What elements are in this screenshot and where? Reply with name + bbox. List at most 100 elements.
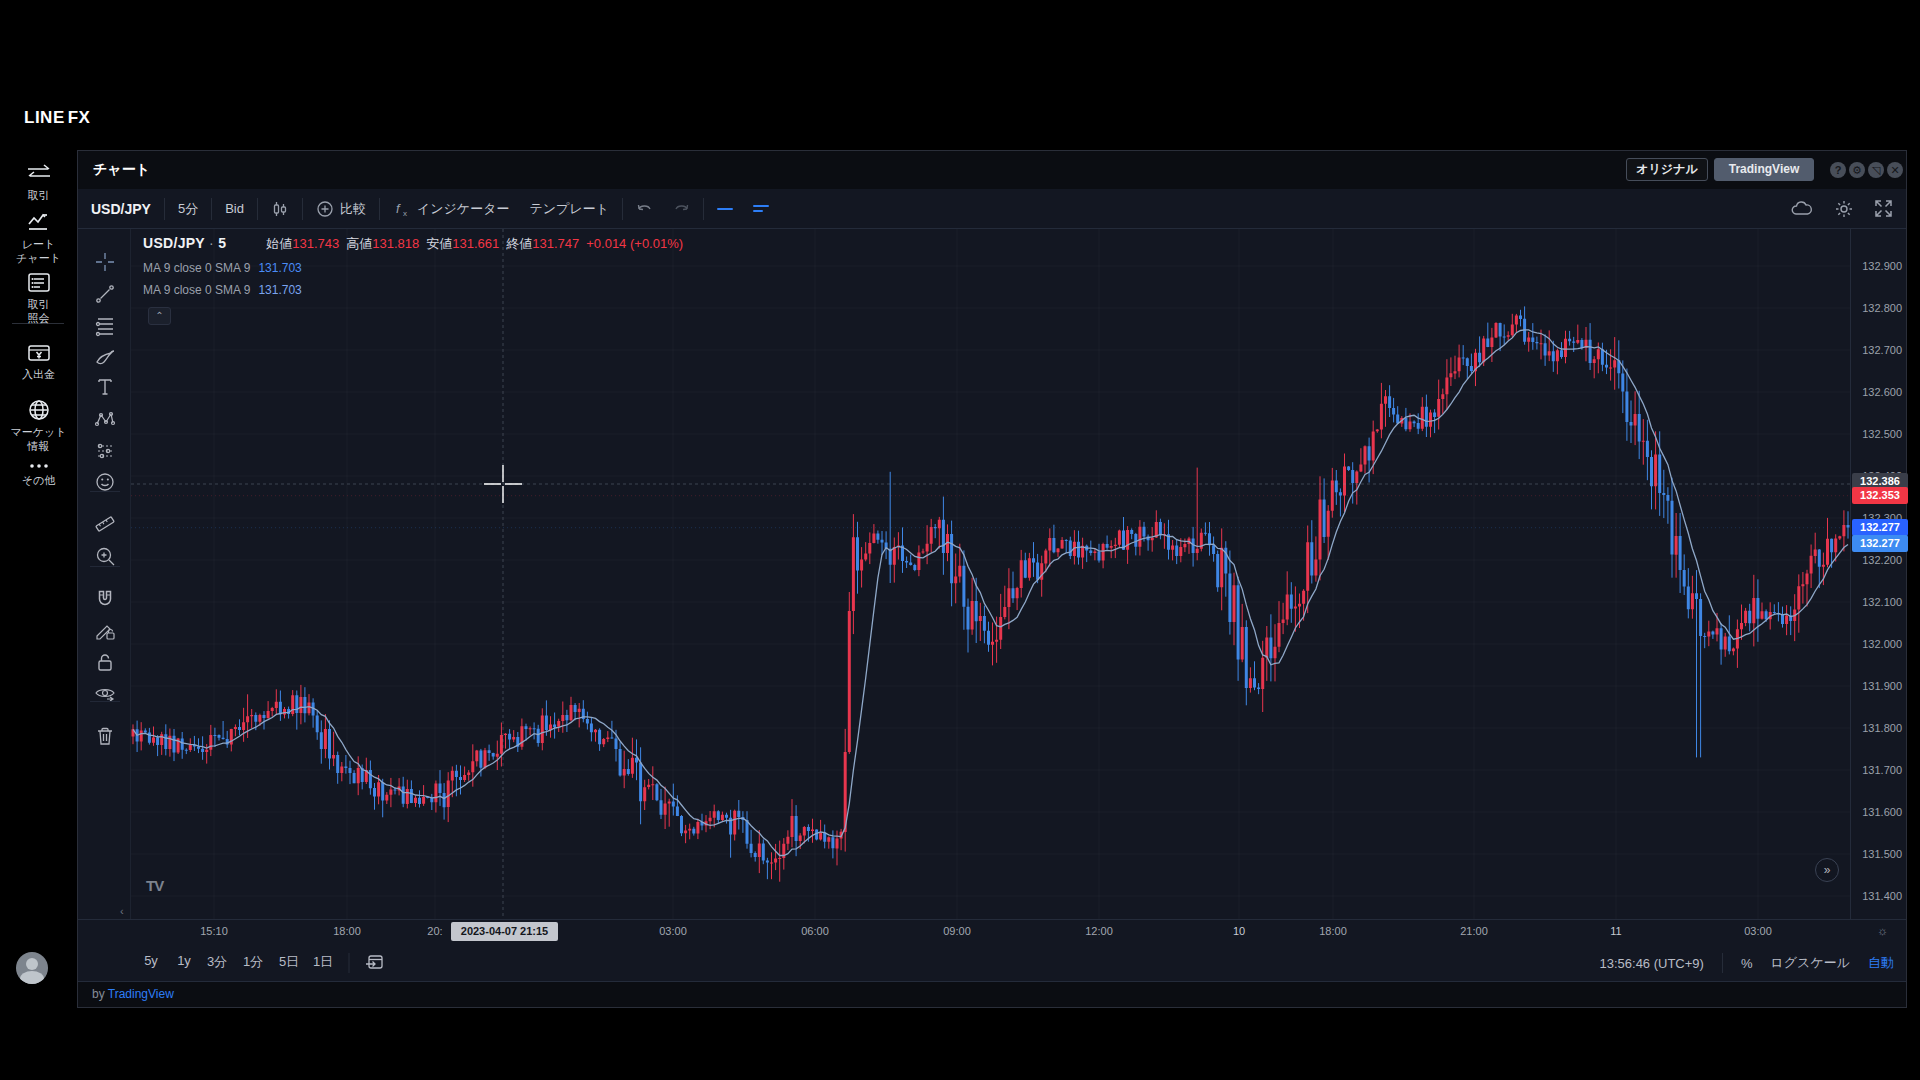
close-icon[interactable]: ✕: [1887, 162, 1903, 178]
crosshair-tool[interactable]: [92, 249, 118, 275]
interval-button[interactable]: 5分: [168, 195, 208, 223]
undo-button[interactable]: [626, 195, 663, 223]
indicators-button[interactable]: fxインジケーター: [383, 195, 520, 223]
legend-close: 終値131.747: [506, 235, 579, 253]
fullscreen-icon[interactable]: [1874, 199, 1893, 218]
up-candle-bodies: [132, 316, 1846, 864]
trend-line-tool[interactable]: [92, 281, 118, 307]
chart-style-button[interactable]: [261, 195, 299, 223]
sidebar-item-trade[interactable]: 取引: [0, 163, 77, 202]
legend-change: +0.014 (+0.01%): [586, 236, 683, 251]
ma-indicator-row[interactable]: MA 9 close 0 SMA 9131.703: [143, 261, 683, 275]
price-tick: 132.100: [1862, 596, 1902, 608]
range-button-1y[interactable]: 1y: [177, 953, 191, 968]
settings-icon[interactable]: ⚙: [1849, 162, 1865, 178]
tradingview-logo[interactable]: TV: [146, 877, 163, 894]
ruler-tool[interactable]: [92, 511, 118, 537]
drawing-toolbar: [78, 229, 131, 919]
time-tick: 21:00: [1460, 925, 1488, 937]
trade-inquiry-icon: [0, 272, 77, 294]
sidebar-item-others[interactable]: その他: [0, 462, 77, 487]
sidebar-item-trade-inquiry[interactable]: 取引照会: [0, 272, 77, 325]
time-tick: 03:00: [659, 925, 687, 937]
price-tick: 132.700: [1862, 344, 1902, 356]
range-button-1分[interactable]: 1分: [243, 953, 263, 971]
deposit-icon: [0, 342, 77, 364]
hline-tool-button[interactable]: [707, 195, 743, 223]
help-icon[interactable]: ?: [1830, 162, 1846, 178]
price-axis[interactable]: 132.900132.800132.700132.600132.500132.4…: [1850, 229, 1908, 919]
sidebar-item-market-info[interactable]: マーケット情報: [0, 398, 77, 453]
text-tool[interactable]: [92, 374, 118, 400]
chart-settings-icon[interactable]: [1834, 199, 1854, 219]
time-tick: 18:00: [1319, 925, 1347, 937]
time-tick: 18:00: [333, 925, 361, 937]
timezone-icon[interactable]: ☼: [1877, 924, 1888, 938]
crosshair-date-tooltip: 2023-04-07 21:15: [451, 922, 558, 941]
remove-drawings-tool[interactable]: [92, 723, 118, 749]
app-sidebar: LINEFX 取引レートチャート取引照会入出金マーケット情報その他: [0, 0, 77, 1080]
compare-button[interactable]: 比較: [306, 195, 376, 223]
auto-scale-button[interactable]: 自動: [1868, 954, 1894, 972]
avatar[interactable]: [16, 952, 48, 984]
time-axis[interactable]: 15:1018:0020:03:0006:0009:0012:001018:00…: [78, 919, 1906, 942]
hide-drawings-tool[interactable]: [92, 681, 118, 707]
time-tick: 11: [1610, 925, 1621, 937]
legend-collapse-button[interactable]: ⌃: [148, 307, 171, 325]
price-tick: 131.900: [1862, 680, 1902, 692]
panel-header: チャート オリジナル TradingView ? ⚙ ◹ ✕: [78, 151, 1906, 189]
time-tick: 15:10: [200, 925, 228, 937]
tradingview-link[interactable]: TradingView: [108, 987, 174, 1001]
clock: 13:56:46 (UTC+9): [1599, 956, 1703, 971]
price-tick: 132.000: [1862, 638, 1902, 650]
magnet-tool[interactable]: [92, 586, 118, 612]
price-tick: 131.400: [1862, 890, 1902, 902]
sidebar-item-rate-chart[interactable]: レートチャート: [0, 212, 77, 265]
symbol-button[interactable]: USD/JPY: [91, 195, 161, 223]
range-button-1日[interactable]: 1日: [313, 953, 333, 971]
range-button-5y[interactable]: 5y: [144, 953, 158, 968]
collapse-axis-arrow[interactable]: ‹: [120, 905, 124, 917]
up-candle-wicks: [133, 314, 1844, 882]
ma-indicator-row[interactable]: MA 9 close 0 SMA 9131.703: [143, 283, 683, 297]
price-tick: 131.800: [1862, 722, 1902, 734]
fib-retracement-tool[interactable]: [92, 313, 118, 339]
legend-high: 高値131.818: [346, 235, 419, 253]
original-mode-button[interactable]: オリジナル: [1626, 158, 1708, 181]
popout-icon[interactable]: ◹: [1868, 162, 1884, 178]
redo-button[interactable]: [663, 195, 700, 223]
market-info-icon: [0, 398, 77, 422]
price-tick: 132.900: [1862, 260, 1902, 272]
time-tick: 12:00: [1085, 925, 1113, 937]
candlestick-chart[interactable]: [131, 229, 1850, 919]
brush-tool[interactable]: [92, 344, 118, 370]
goto-date-button[interactable]: [365, 953, 385, 971]
sidebar-item-deposit-withdrawal[interactable]: 入出金: [0, 342, 77, 381]
forecast-tool[interactable]: [92, 438, 118, 464]
lock-all-tool[interactable]: [92, 649, 118, 675]
cloud-save-icon[interactable]: [1790, 200, 1814, 218]
drawing-lock-tool[interactable]: [92, 618, 118, 644]
price-tick: 131.700: [1862, 764, 1902, 776]
price-marker-label: 132.277: [1852, 535, 1908, 552]
xabcd-pattern-tool[interactable]: [92, 406, 118, 432]
down-candle-bodies: [136, 316, 1850, 863]
range-button-3分[interactable]: 3分: [207, 953, 227, 971]
template-button[interactable]: テンプレート: [519, 195, 619, 223]
legend-low: 安値131.661: [426, 235, 499, 253]
percent-scale-button[interactable]: %: [1741, 956, 1753, 971]
legend-symbol[interactable]: USD/JPY · 5: [143, 235, 226, 251]
trade-arrows-icon: [0, 163, 77, 185]
rate-chart-icon: [0, 212, 77, 234]
range-button-5日[interactable]: 5日: [279, 953, 299, 971]
price-tick: 132.200: [1862, 554, 1902, 566]
log-scale-button[interactable]: ログスケール: [1770, 954, 1850, 972]
time-tick: 20:: [427, 925, 442, 937]
price-type-button[interactable]: Bid: [215, 195, 254, 223]
tradingview-mode-button[interactable]: TradingView: [1714, 158, 1814, 181]
price-tick: 132.500: [1862, 428, 1902, 440]
attribution-bar: by TradingView: [78, 982, 1906, 1007]
hlines-tool-button[interactable]: [743, 195, 779, 223]
scroll-right-button[interactable]: »: [1815, 858, 1839, 882]
time-tick: 06:00: [801, 925, 829, 937]
